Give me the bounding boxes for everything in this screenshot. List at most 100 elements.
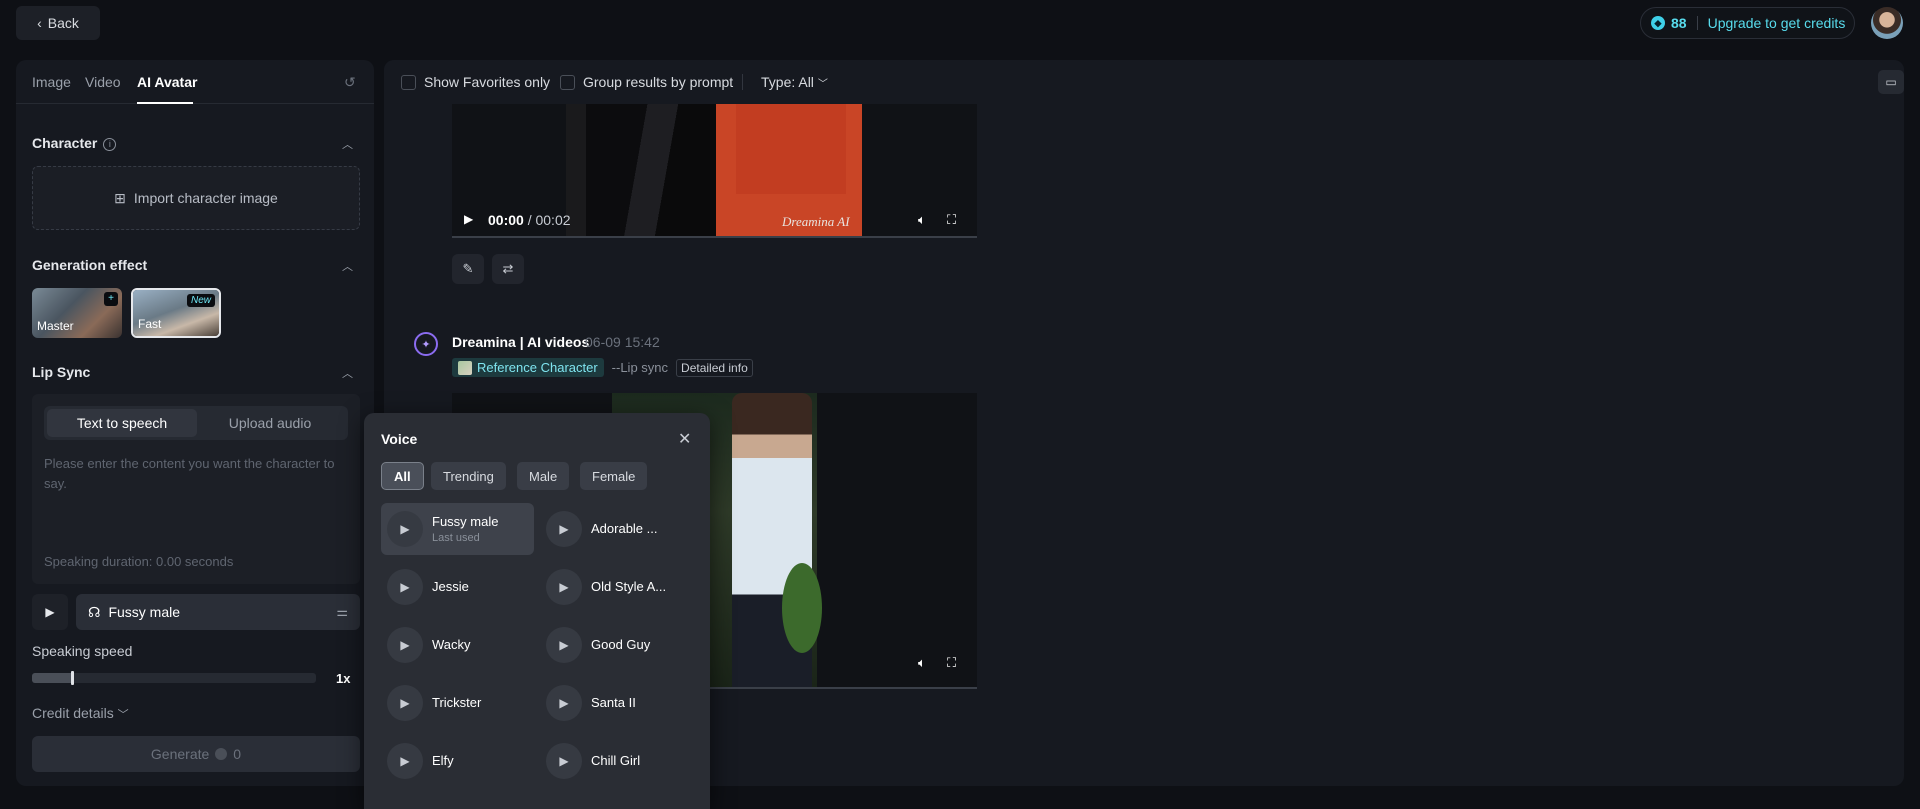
- import-character-button[interactable]: ⊞ Import character image: [32, 166, 360, 230]
- dreamina-logo-icon: ✦: [414, 332, 438, 356]
- close-icon[interactable]: ✕: [678, 429, 691, 449]
- pencil-icon[interactable]: ✎: [452, 254, 484, 284]
- reset-icon[interactable]: ↺: [344, 74, 360, 90]
- upload-audio-button[interactable]: Upload audio: [195, 409, 345, 437]
- generate-button[interactable]: Generate 0: [32, 736, 360, 772]
- back-button[interactable]: ‹ Back: [16, 6, 100, 40]
- sliders-icon[interactable]: ⚌: [336, 604, 348, 620]
- user-avatar[interactable]: [1871, 7, 1903, 39]
- tab-image[interactable]: Image: [32, 74, 71, 90]
- voice-item-old-style[interactable]: ▶ Old Style A...: [540, 561, 693, 613]
- voice-name: Adorable ...: [591, 521, 658, 536]
- voice-filter-male[interactable]: Male: [517, 462, 570, 490]
- image-plus-icon: ⊞: [114, 189, 126, 206]
- play-icon[interactable]: ▶: [546, 685, 582, 721]
- group-by-prompt-checkbox[interactable]: [560, 75, 575, 90]
- voice-item-santa[interactable]: ▶ Santa II: [540, 677, 693, 729]
- effect-fast-card[interactable]: New Fast: [131, 288, 221, 338]
- credit-count: 88: [1671, 15, 1687, 31]
- detailed-info-button[interactable]: Detailed info: [676, 358, 753, 377]
- voice-item-jessie[interactable]: ▶ Jessie: [381, 561, 534, 613]
- speed-slider-thumb[interactable]: [70, 671, 74, 685]
- credit-details-label: Credit details: [32, 705, 114, 721]
- play-icon[interactable]: ▶: [546, 627, 582, 663]
- effect-fast-label: Fast: [138, 317, 162, 331]
- chevron-up-icon[interactable]: ︿: [342, 136, 356, 151]
- voice-item-fussy-male[interactable]: ▶ Fussy male Last used: [381, 503, 534, 555]
- play-icon[interactable]: ▶: [387, 511, 423, 547]
- play-icon[interactable]: ▶: [464, 212, 473, 226]
- video-result-1[interactable]: Dreamina AI ▶ 00:00 / 00:02 🔈︎ ⛶: [452, 104, 977, 238]
- chevron-up-icon[interactable]: ︿: [342, 365, 356, 380]
- voice-popup-title: Voice: [381, 431, 418, 447]
- voice-item-trickster[interactable]: ▶ Trickster: [381, 677, 534, 729]
- post-date: 06-09 15:42: [585, 334, 660, 350]
- effect-master-card[interactable]: + Master: [32, 288, 122, 338]
- info-icon[interactable]: i: [103, 137, 117, 151]
- chevron-down-icon: ﹀: [117, 709, 129, 721]
- voice-item-adorable[interactable]: ▶ Adorable ...: [540, 503, 693, 555]
- time-current: 00:00: [488, 212, 524, 228]
- preview-voice-button[interactable]: ▶: [32, 594, 68, 630]
- credits-pill[interactable]: ◆ 88 Upgrade to get credits: [1640, 7, 1855, 39]
- volume-icon[interactable]: 🔈︎: [918, 655, 926, 671]
- reference-character-label: Reference Character: [477, 360, 598, 375]
- video-time: 00:00 / 00:02: [488, 212, 571, 228]
- voice-sub: Last used: [432, 532, 480, 544]
- master-badge: +: [104, 292, 118, 306]
- play-icon[interactable]: ▶: [387, 685, 423, 721]
- voice-item-chill-girl[interactable]: ▶ Chill Girl: [540, 735, 693, 787]
- voice-name: Trickster: [432, 695, 482, 710]
- voice-select-value: Fussy male: [108, 604, 181, 620]
- voice-name: Old Style A...: [591, 579, 667, 594]
- type-filter-label: Type: All: [761, 74, 814, 90]
- credit-details-toggle[interactable]: Credit details ﹀: [32, 705, 129, 722]
- left-panel: Image Video AI Avatar ↺ Character i ︿ ⊞ I…: [16, 60, 374, 786]
- favorites-checkbox[interactable]: [401, 75, 416, 90]
- mode-tabs: Image Video AI Avatar ↺: [16, 60, 374, 104]
- play-icon[interactable]: ▶: [387, 627, 423, 663]
- voice-select[interactable]: ☊ Fussy male ⚌: [76, 594, 360, 630]
- voice-item-wacky[interactable]: ▶ Wacky: [381, 619, 534, 671]
- chevron-up-icon[interactable]: ︿: [342, 258, 356, 273]
- voice-filter-female[interactable]: Female: [580, 462, 648, 490]
- voice-picker-popup: Voice ✕ All Trending Male Female ▶ Fussy…: [364, 413, 710, 809]
- play-icon[interactable]: ▶: [546, 511, 582, 547]
- tab-video[interactable]: Video: [85, 74, 121, 90]
- top-bar: ‹ Back ◆ 88 Upgrade to get credits: [0, 0, 1920, 46]
- speech-text-input[interactable]: Please enter the content you want the ch…: [44, 454, 348, 494]
- generation-effect-title: Generation effect: [32, 257, 148, 273]
- video-controls: ▶ 00:00 / 00:02 🔈︎ ⛶: [452, 202, 977, 238]
- effect-master-label: Master: [37, 319, 74, 333]
- group-by-prompt-label[interactable]: Group results by prompt: [583, 74, 733, 90]
- generate-label: Generate: [150, 746, 210, 762]
- tab-ai-avatar[interactable]: AI Avatar: [137, 74, 197, 90]
- play-icon[interactable]: ▶: [387, 743, 423, 779]
- voice-item-good-guy[interactable]: ▶ Good Guy: [540, 619, 693, 671]
- voice-filter-all[interactable]: All: [381, 462, 424, 490]
- character-title: Character: [32, 135, 98, 151]
- voice-name: Elfy: [432, 753, 454, 768]
- speaking-speed-slider[interactable]: [32, 671, 316, 685]
- reference-character-tag[interactable]: Reference Character: [452, 358, 604, 377]
- voice-name: Fussy male: [432, 514, 499, 529]
- play-icon[interactable]: ▶: [387, 569, 423, 605]
- post-author: Dreamina | AI videos: [452, 334, 590, 350]
- voice-name: Wacky: [432, 637, 471, 652]
- upgrade-link[interactable]: Upgrade to get credits: [1708, 15, 1846, 31]
- fullscreen-icon[interactable]: ⛶: [947, 212, 956, 228]
- video-progress[interactable]: [452, 236, 977, 238]
- voice-item-elfy[interactable]: ▶ Elfy: [381, 735, 534, 787]
- play-icon[interactable]: ▶: [546, 569, 582, 605]
- favorites-label[interactable]: Show Favorites only: [424, 74, 550, 90]
- text-to-speech-button[interactable]: Text to speech: [47, 409, 197, 437]
- time-total: / 00:02: [527, 212, 571, 228]
- fullscreen-icon[interactable]: ⛶: [947, 655, 956, 671]
- type-filter-dropdown[interactable]: Type: All ﹀: [761, 74, 828, 90]
- play-icon[interactable]: ▶: [546, 743, 582, 779]
- folder-icon[interactable]: ▭: [1878, 70, 1904, 94]
- voice-filter-trending[interactable]: Trending: [431, 462, 506, 490]
- repeat-icon[interactable]: ⇄: [492, 254, 524, 284]
- lip-sync-box: Text to speech Upload audio Please enter…: [32, 394, 360, 584]
- volume-icon[interactable]: 🔈︎: [918, 212, 926, 228]
